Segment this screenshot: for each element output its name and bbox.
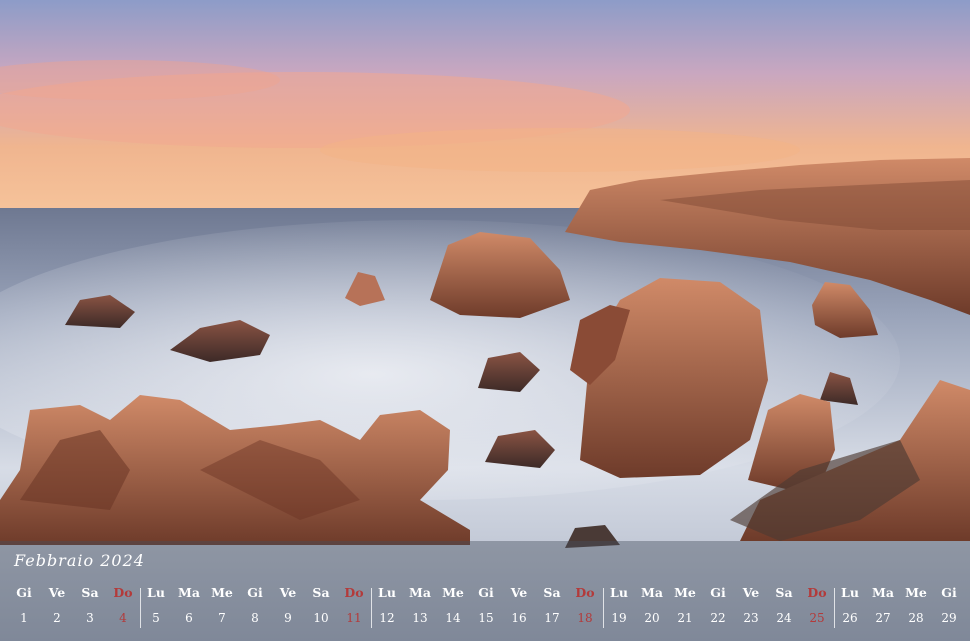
day-number: 18 xyxy=(577,611,593,625)
weekday-label: Ve xyxy=(279,585,297,600)
weekday-label: Ve xyxy=(742,585,760,600)
weekday-label: Sa xyxy=(312,585,330,600)
day-number: 6 xyxy=(185,611,193,625)
weekday-label: Ve xyxy=(510,585,528,600)
day-number: 22 xyxy=(710,611,726,625)
day-number: 19 xyxy=(611,611,627,625)
day-number: 16 xyxy=(511,611,527,625)
calendar-days-row: Gi 1 Ve 2 Sa 3 Do 4 Lu 5 Ma 6 Me 7 Gi 8 Ve 9 Sa 10 Do 11 Lu 12 M… xyxy=(0,585,970,633)
weekday-label: Lu xyxy=(610,585,628,600)
week-separator xyxy=(834,588,835,628)
weekday-label: Lu xyxy=(147,585,165,600)
weekday-label: Gi xyxy=(16,585,32,600)
weekday-label: Me xyxy=(442,585,464,600)
day-number: 11 xyxy=(346,611,362,625)
day-number: 7 xyxy=(218,611,226,625)
day-number: 12 xyxy=(379,611,395,625)
weekday-label: Do xyxy=(575,585,595,600)
day-number: 17 xyxy=(544,611,560,625)
weekday-label: Me xyxy=(674,585,696,600)
weekday-label: Sa xyxy=(81,585,99,600)
day-number: 14 xyxy=(445,611,461,625)
weekday-label: Ma xyxy=(409,585,431,600)
day-number: 9 xyxy=(284,611,292,625)
weekday-label: Do xyxy=(807,585,827,600)
day-number: 2 xyxy=(53,611,61,625)
weekday-label: Ma xyxy=(872,585,894,600)
day-number: 28 xyxy=(908,611,924,625)
week-separator xyxy=(140,588,141,628)
weekday-label: Ve xyxy=(48,585,66,600)
day-number: 23 xyxy=(743,611,759,625)
weekday-label: Gi xyxy=(247,585,263,600)
day-number: 3 xyxy=(86,611,94,625)
weekday-label: Sa xyxy=(775,585,793,600)
day-number: 27 xyxy=(875,611,891,625)
weekday-label: Do xyxy=(344,585,364,600)
weekday-label: Lu xyxy=(378,585,396,600)
day-number: 21 xyxy=(677,611,693,625)
weekday-label: Sa xyxy=(543,585,561,600)
day-number: 29 xyxy=(941,611,957,625)
day-number: 13 xyxy=(412,611,428,625)
weekday-label: Do xyxy=(113,585,133,600)
month-title: Febbraio 2024 xyxy=(14,551,145,570)
weekday-label: Lu xyxy=(841,585,859,600)
weekday-label: Ma xyxy=(178,585,200,600)
week-separator xyxy=(371,588,372,628)
day-number: 4 xyxy=(119,611,127,625)
day-number: 25 xyxy=(809,611,825,625)
day-number: 15 xyxy=(478,611,494,625)
day-number: 24 xyxy=(776,611,792,625)
day-number: 26 xyxy=(842,611,858,625)
weekday-label: Gi xyxy=(941,585,957,600)
weekday-label: Me xyxy=(905,585,927,600)
day-number: 1 xyxy=(20,611,28,625)
day-number: 8 xyxy=(251,611,259,625)
weekday-label: Gi xyxy=(478,585,494,600)
day-number: 20 xyxy=(644,611,660,625)
day-number: 5 xyxy=(152,611,160,625)
week-separator xyxy=(603,588,604,628)
day-number: 10 xyxy=(313,611,329,625)
weekday-label: Me xyxy=(211,585,233,600)
weekday-label: Ma xyxy=(641,585,663,600)
weekday-label: Gi xyxy=(710,585,726,600)
